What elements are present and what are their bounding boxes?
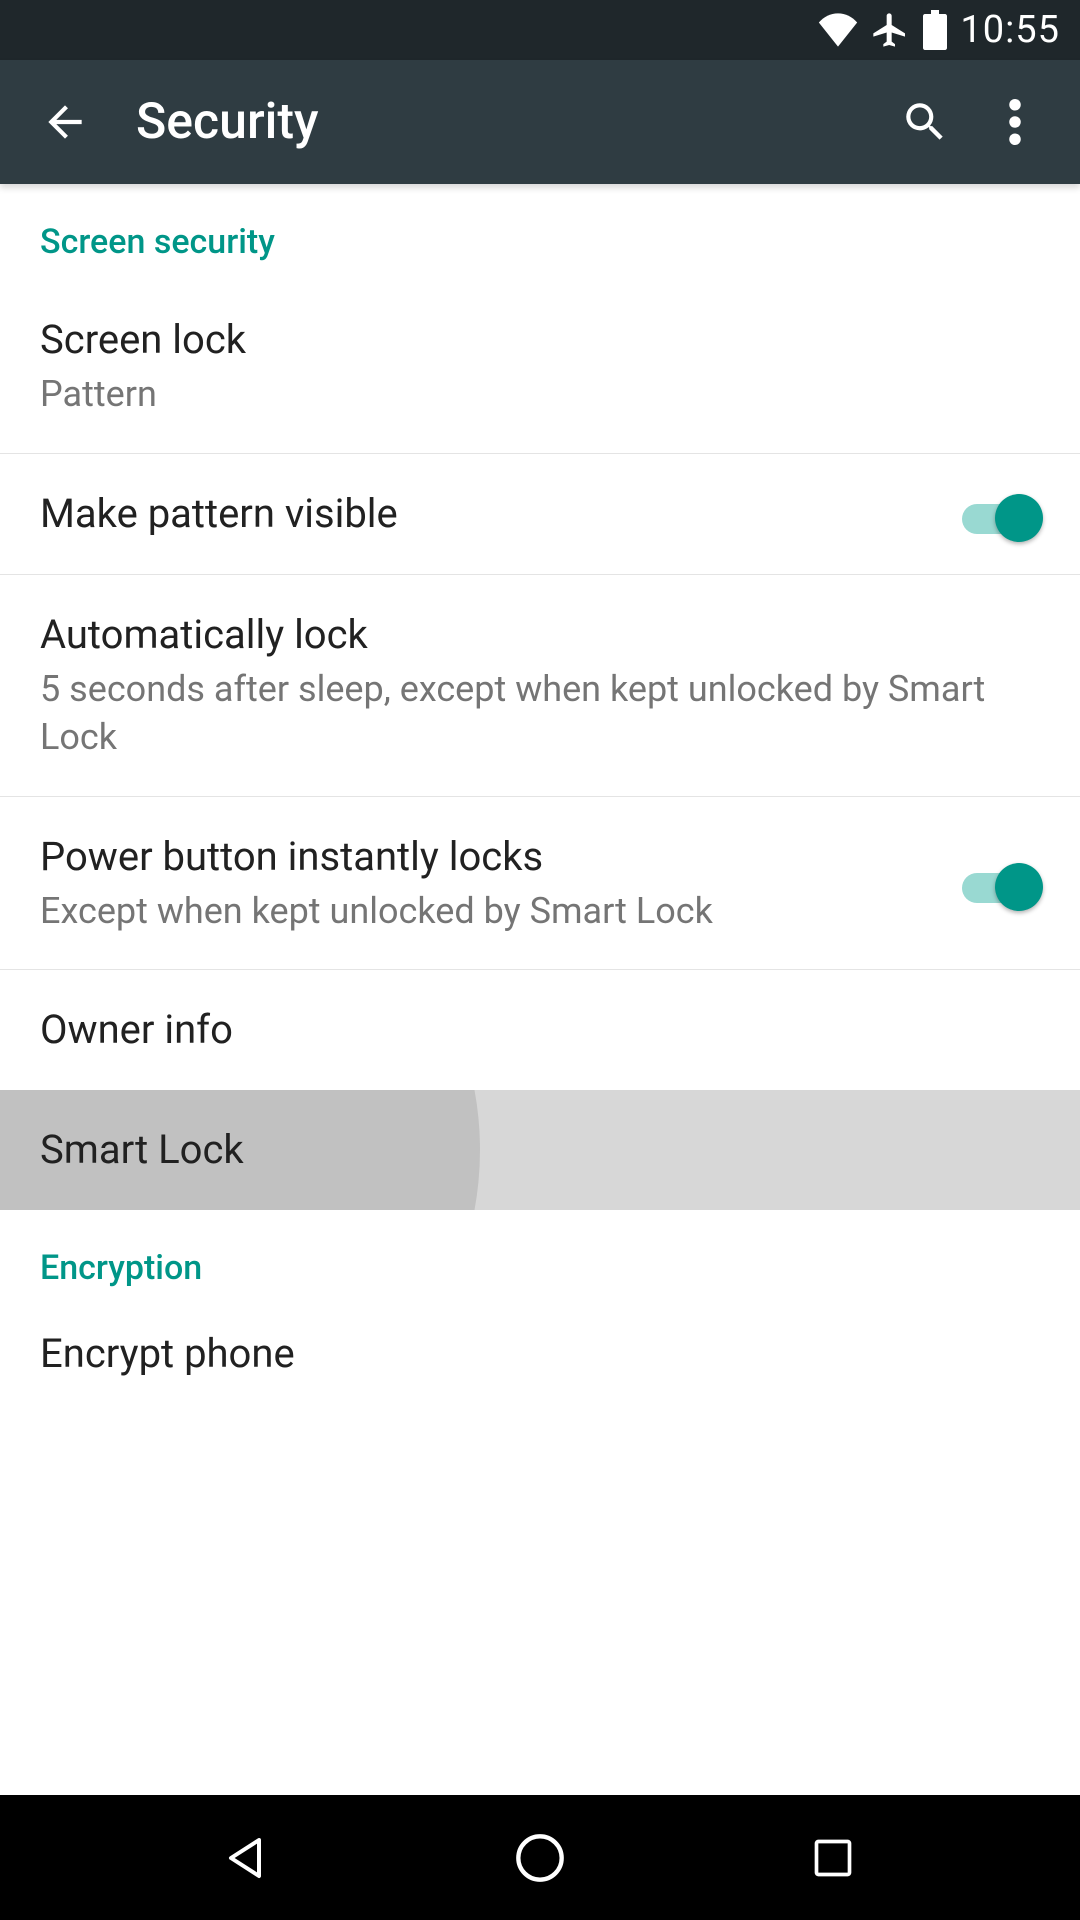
item-title: Power button instantly locks	[40, 831, 940, 883]
item-owner-info[interactable]: Owner info	[0, 970, 1080, 1090]
back-button[interactable]	[20, 77, 110, 167]
item-screen-lock[interactable]: Screen lock Pattern	[0, 280, 1080, 454]
triangle-back-icon	[223, 1834, 271, 1882]
settings-list[interactable]: Screen security Screen lock Pattern Make…	[0, 184, 1080, 1414]
wifi-icon	[818, 13, 858, 47]
status-bar: 10:55	[0, 0, 1080, 60]
nav-home-button[interactable]	[500, 1818, 580, 1898]
item-automatically-lock[interactable]: Automatically lock 5 seconds after sleep…	[0, 575, 1080, 797]
item-title: Encrypt phone	[40, 1328, 1020, 1380]
search-icon	[900, 97, 950, 147]
more-vert-icon	[1008, 99, 1022, 145]
app-bar: Security	[0, 60, 1080, 184]
item-title: Screen lock	[40, 314, 1020, 366]
arrow-back-icon	[40, 97, 90, 147]
switch-make-pattern-visible[interactable]	[960, 494, 1040, 534]
battery-icon	[922, 10, 948, 50]
switch-power-button-instantly-locks[interactable]	[960, 863, 1040, 903]
item-subtitle: Pattern	[40, 370, 1020, 419]
item-encrypt-phone[interactable]: Encrypt phone	[0, 1306, 1080, 1414]
item-power-button-instantly-locks[interactable]: Power button instantly locks Except when…	[0, 797, 1080, 971]
item-subtitle: Except when kept unlocked by Smart Lock	[40, 887, 940, 936]
airplane-mode-icon	[870, 10, 910, 50]
search-button[interactable]	[880, 77, 970, 167]
page-title: Security	[136, 93, 880, 151]
section-header-encryption: Encryption	[0, 1210, 1080, 1306]
navigation-bar	[0, 1795, 1080, 1920]
nav-recents-button[interactable]	[793, 1818, 873, 1898]
item-smart-lock[interactable]: Smart Lock	[0, 1090, 1080, 1210]
item-title: Automatically lock	[40, 609, 1020, 661]
item-title: Make pattern visible	[40, 488, 940, 540]
item-make-pattern-visible[interactable]: Make pattern visible	[0, 454, 1080, 575]
item-title: Owner info	[40, 1004, 1020, 1056]
circle-home-icon	[514, 1832, 566, 1884]
nav-back-button[interactable]	[207, 1818, 287, 1898]
square-recents-icon	[811, 1836, 855, 1880]
status-time: 10:55	[960, 8, 1060, 52]
item-subtitle: 5 seconds after sleep, except when kept …	[40, 665, 1020, 762]
overflow-menu-button[interactable]	[970, 77, 1060, 167]
section-header-screen-security: Screen security	[0, 184, 1080, 280]
item-title: Smart Lock	[40, 1124, 1020, 1176]
